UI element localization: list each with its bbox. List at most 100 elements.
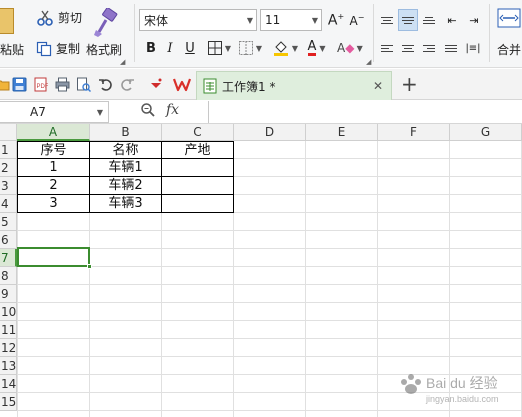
cell-a3[interactable]: 2: [17, 176, 90, 195]
justify-button[interactable]: [441, 37, 461, 59]
customize-dropdown-icon[interactable]: [150, 77, 162, 92]
column-header-a[interactable]: A: [17, 124, 90, 141]
fill-handle[interactable]: [87, 264, 92, 269]
italic-button[interactable]: I: [162, 37, 178, 59]
scissors-icon: [37, 10, 53, 26]
align-bottom-button[interactable]: [419, 9, 439, 31]
distributed-align-icon: |≡|: [465, 42, 481, 54]
new-tab-plus-icon[interactable]: +: [401, 72, 418, 96]
row-header-6[interactable]: 6: [0, 231, 17, 249]
row-header-8[interactable]: 8: [0, 267, 17, 285]
save-icon[interactable]: [12, 77, 27, 92]
row-header-10[interactable]: 10: [0, 303, 17, 321]
paintbrush-icon: [94, 8, 118, 37]
row-header-4[interactable]: 4: [0, 195, 17, 213]
print-icon[interactable]: [55, 77, 70, 92]
font-grow-icon: A+: [327, 11, 345, 29]
export-pdf-icon[interactable]: PDF: [33, 77, 48, 92]
merge-cells-icon: [497, 8, 521, 28]
cell-c2[interactable]: [161, 158, 234, 177]
decrease-font-size-button[interactable]: A−: [348, 9, 366, 31]
tab-workbook1[interactable]: 工作簿1 * ✕: [196, 71, 392, 100]
close-tab-icon[interactable]: ✕: [373, 79, 383, 93]
column-header-e[interactable]: E: [306, 124, 378, 141]
formula-input[interactable]: [208, 101, 522, 123]
clipboard-launcher-icon[interactable]: ◢: [120, 58, 125, 66]
align-middle-button[interactable]: [398, 9, 418, 31]
bold-button[interactable]: B: [142, 37, 160, 59]
font-family-value: 宋体: [144, 13, 169, 28]
column-header-f[interactable]: F: [378, 124, 450, 141]
font-family-select[interactable]: 宋体 ▼: [139, 9, 257, 31]
column-header-b[interactable]: B: [90, 124, 162, 141]
paste-button-label[interactable]: 粘贴: [0, 41, 24, 58]
formula-bar: A7 ▼ fx: [0, 100, 522, 124]
row-header-3[interactable]: 3: [0, 177, 17, 195]
row-header-13[interactable]: 13: [0, 357, 17, 375]
fill-color-button[interactable]: ▼: [272, 37, 302, 59]
undo-icon[interactable]: [98, 77, 113, 92]
row-header-12[interactable]: 12: [0, 339, 17, 357]
active-cell-a7[interactable]: [17, 247, 92, 269]
cell-a2[interactable]: 1: [17, 158, 90, 177]
increase-indent-button[interactable]: ⇥: [464, 9, 484, 31]
align-center-button[interactable]: [398, 37, 418, 59]
bold-icon: B: [146, 40, 156, 56]
cell-b1[interactable]: 名称: [89, 141, 162, 159]
print-preview-icon[interactable]: [76, 77, 91, 92]
cut-button[interactable]: 剪切: [36, 9, 82, 26]
wps-logo-icon[interactable]: [173, 77, 191, 92]
merge-cells-format-button[interactable]: ▼: [238, 37, 266, 59]
insert-function-fx-icon[interactable]: fx: [166, 102, 179, 118]
cell-b3[interactable]: 车辆2: [89, 176, 162, 195]
format-painter-button[interactable]: 格式刷: [86, 6, 126, 58]
chevron-down-icon[interactable]: ▼: [94, 108, 106, 117]
row-header-14[interactable]: 14: [0, 375, 17, 393]
row-header-7[interactable]: 7: [0, 249, 17, 267]
font-color-button[interactable]: A ▼: [304, 37, 332, 59]
decrease-indent-button[interactable]: ⇤: [442, 9, 462, 31]
name-box[interactable]: A7 ▼: [0, 101, 109, 123]
chevron-down-icon: ▼: [319, 43, 326, 53]
column-header-c[interactable]: C: [162, 124, 234, 141]
row-header-11[interactable]: 11: [0, 321, 17, 339]
cell-c1[interactable]: 产地: [161, 141, 234, 159]
column-header-d[interactable]: D: [234, 124, 306, 141]
font-launcher-icon[interactable]: ◢: [366, 58, 371, 66]
borders-button[interactable]: ▼: [207, 37, 235, 59]
align-left-button[interactable]: [377, 37, 397, 59]
copy-label: 复制: [56, 42, 81, 56]
row-header-15[interactable]: 15: [0, 393, 17, 411]
align-left-icon: [381, 43, 393, 54]
cell-a1[interactable]: 序号: [17, 141, 90, 159]
font-size-select[interactable]: 11 ▼: [260, 9, 322, 31]
increase-font-size-button[interactable]: A+: [326, 9, 346, 31]
align-right-button[interactable]: [419, 37, 439, 59]
redo-icon[interactable]: [120, 77, 135, 92]
copy-icon: [36, 41, 52, 56]
paste-icon[interactable]: [0, 8, 14, 34]
ribbon-toolbar: 粘贴 剪切 复制 格式刷 ◢ 宋体 ▼ 11 ▼ A+ A− B I U ▼ ▼…: [0, 0, 522, 68]
row-header-1[interactable]: 1: [0, 141, 17, 159]
open-folder-icon[interactable]: [0, 77, 10, 92]
align-top-button[interactable]: [377, 9, 397, 31]
underline-button[interactable]: U: [181, 37, 199, 59]
column-header-g[interactable]: G: [450, 124, 522, 141]
row-header-2[interactable]: 2: [0, 159, 17, 177]
merge-center-button[interactable]: 合并: [495, 4, 522, 64]
cell-b4[interactable]: 车辆3: [89, 194, 162, 213]
clear-format-button[interactable]: A◆ ▼: [337, 37, 365, 59]
distributed-align-button[interactable]: |≡|: [463, 37, 483, 59]
indent-icon: ⇥: [469, 13, 479, 27]
select-all-corner[interactable]: [0, 124, 17, 141]
row-header-9[interactable]: 9: [0, 285, 17, 303]
align-middle-icon: [402, 15, 414, 26]
cell-b2[interactable]: 车辆1: [89, 158, 162, 177]
copy-button[interactable]: 复制: [36, 40, 80, 57]
cell-c3[interactable]: [161, 176, 234, 195]
cell-a4[interactable]: 3: [17, 194, 90, 213]
formula-tools: fx: [140, 102, 179, 118]
cell-c4[interactable]: [161, 194, 234, 213]
row-header-5[interactable]: 5: [0, 213, 17, 231]
zoom-search-icon[interactable]: [140, 102, 156, 118]
